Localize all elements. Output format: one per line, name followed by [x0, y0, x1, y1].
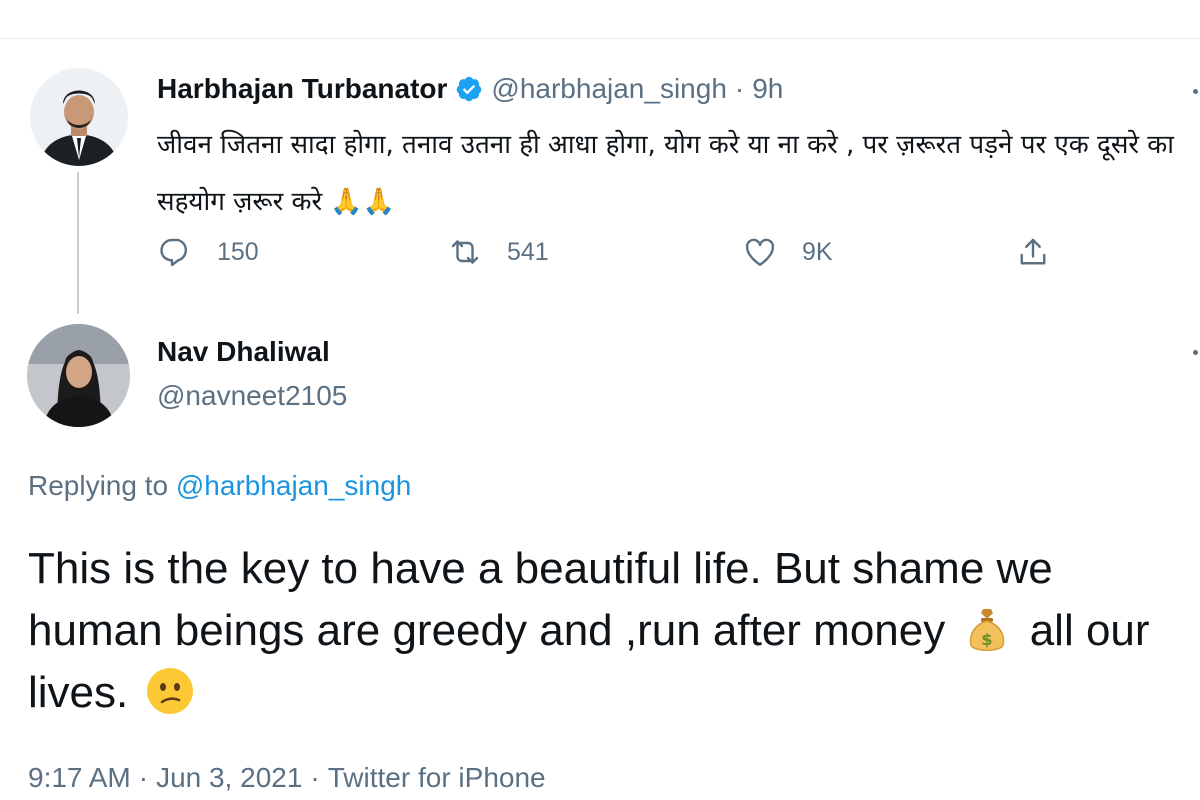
- meta-separator: ·: [310, 762, 320, 793]
- reply-text-part1: This is the key to have a beautiful life…: [28, 544, 1053, 655]
- confused-face-emoji: [144, 665, 196, 717]
- meta-separator: ·: [138, 762, 149, 793]
- top-divider: [0, 38, 1200, 39]
- share-button[interactable]: [1015, 228, 1051, 276]
- nav-dhaliwal-avatar[interactable]: [27, 324, 130, 427]
- tweet-time-ago[interactable]: 9h: [752, 73, 783, 105]
- reply-author-display-name[interactable]: Nav Dhaliwal: [157, 336, 330, 368]
- share-icon: [1015, 234, 1051, 270]
- harbhajan-avatar[interactable]: [30, 68, 128, 166]
- like-count: 9K: [802, 237, 833, 266]
- verified-badge-icon: [455, 75, 483, 103]
- tweet-actions-bar: 150 541 9K: [157, 228, 1057, 276]
- reply-source[interactable]: Twitter for iPhone: [328, 762, 546, 793]
- person-avatar-image: [30, 68, 128, 166]
- author-display-name[interactable]: Harbhajan Turbanator: [157, 73, 447, 105]
- reply-icon: [157, 234, 193, 270]
- like-button[interactable]: 9K: [742, 228, 833, 276]
- money-bag-emoji: $: [961, 603, 1013, 655]
- reply-button[interactable]: 150: [157, 228, 259, 276]
- reply-author-handle[interactable]: @navneet2105: [157, 380, 347, 412]
- person-avatar-image: [27, 324, 130, 427]
- more-options-icon[interactable]: [1193, 350, 1198, 355]
- meta-separator: ·: [734, 73, 745, 104]
- replying-prefix: Replying to: [28, 470, 169, 501]
- replying-to-mention-link[interactable]: @harbhajan_singh: [176, 470, 411, 501]
- author-handle[interactable]: @harbhajan_singh: [491, 73, 726, 105]
- retweet-count: 541: [507, 237, 549, 266]
- reply-footer-meta: 9:17 AM · Jun 3, 2021 · Twitter for iPhone: [28, 762, 546, 794]
- svg-text:$: $: [982, 630, 993, 649]
- reply-date[interactable]: Jun 3, 2021: [156, 762, 302, 793]
- reply-count: 150: [217, 237, 259, 266]
- original-tweet-text: जीवन जितना सादा होगा, तनाव उतना ही आधा ह…: [157, 130, 1175, 217]
- replying-to-line: Replying to @harbhajan_singh: [28, 470, 411, 502]
- tweet-header: Harbhajan Turbanator @harbhajan_singh · …: [157, 72, 783, 106]
- more-options-icon[interactable]: [1193, 89, 1198, 94]
- reply-time[interactable]: 9:17 AM: [28, 762, 131, 793]
- thread-connector-line: [77, 172, 79, 314]
- tweet-thread-page: Harbhajan Turbanator @harbhajan_singh · …: [0, 0, 1200, 800]
- retweet-button[interactable]: 541: [447, 228, 549, 276]
- reply-tweet-text: This is the key to have a beautiful life…: [28, 538, 1188, 724]
- retweet-icon: [447, 234, 483, 270]
- like-icon: [742, 234, 778, 270]
